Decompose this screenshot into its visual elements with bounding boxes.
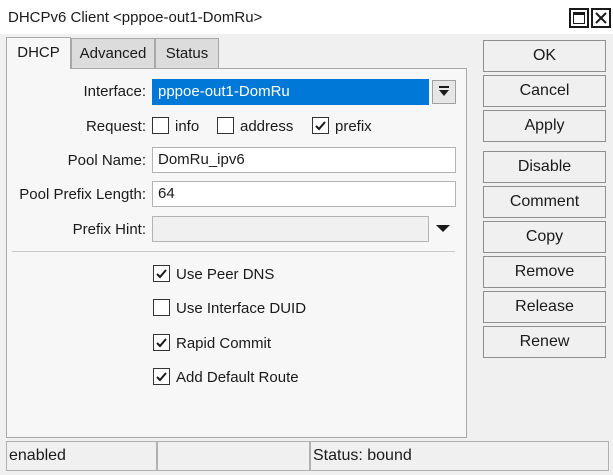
request-address-checkbox[interactable] xyxy=(217,117,234,134)
maximize-icon[interactable] xyxy=(569,8,589,28)
interface-label: Interface: xyxy=(83,83,146,100)
use-peer-dns-label: Use Peer DNS xyxy=(176,266,275,283)
request-address-label: address xyxy=(240,118,294,135)
ok-button[interactable]: OK xyxy=(483,40,606,72)
comment-button[interactable]: Comment xyxy=(483,186,606,218)
separator xyxy=(12,251,455,252)
cancel-button[interactable]: Cancel xyxy=(483,75,606,107)
pool-prefix-length-label: Pool Prefix Length: xyxy=(19,186,146,203)
request-prefix-label: prefix xyxy=(335,118,372,135)
dropdown-icon xyxy=(439,86,449,96)
request-info-label: info xyxy=(175,118,200,135)
checkmark-icon xyxy=(156,269,167,279)
tab-dhcp[interactable]: DHCP xyxy=(6,37,71,69)
rapid-commit-label: Rapid Commit xyxy=(176,335,272,352)
pool-name-label: Pool Name: xyxy=(67,152,146,169)
prefix-hint-label: Prefix Hint: xyxy=(72,221,146,238)
add-default-route-checkbox[interactable] xyxy=(153,368,170,385)
use-interface-duid-label: Use Interface DUID xyxy=(176,300,307,317)
interface-dropdown-button[interactable] xyxy=(432,80,456,104)
checkmark-icon xyxy=(156,372,167,382)
request-prefix-checkbox[interactable] xyxy=(312,117,329,134)
remove-button[interactable]: Remove xyxy=(483,256,606,288)
request-info-checkbox[interactable] xyxy=(152,117,169,134)
renew-button[interactable]: Renew xyxy=(483,326,606,358)
use-peer-dns-checkbox[interactable] xyxy=(153,265,170,282)
interface-select[interactable]: pppoe-out1-DomRu xyxy=(152,79,429,105)
add-default-route-label: Add Default Route xyxy=(176,369,299,386)
checkmark-icon xyxy=(315,121,326,131)
checkmark-icon xyxy=(156,338,167,348)
rapid-commit-checkbox[interactable] xyxy=(153,334,170,351)
use-interface-duid-checkbox[interactable] xyxy=(153,299,170,316)
window-title: DHCPv6 Client <pppoe-out1-DomRu> xyxy=(8,9,263,26)
tab-status[interactable]: Status xyxy=(155,38,219,68)
release-button[interactable]: Release xyxy=(483,291,606,323)
status-middle xyxy=(157,441,310,471)
tab-advanced[interactable]: Advanced xyxy=(71,38,155,68)
copy-button[interactable]: Copy xyxy=(483,221,606,253)
disable-button[interactable]: Disable xyxy=(483,151,606,183)
title-bar[interactable]: DHCPv6 Client <pppoe-out1-DomRu> xyxy=(0,0,613,34)
pool-name-input[interactable]: DomRu_ipv6 xyxy=(152,147,456,173)
status-enabled: enabled xyxy=(6,441,157,471)
close-icon[interactable] xyxy=(591,8,611,28)
prefix-hint-input[interactable] xyxy=(152,216,429,242)
prefix-hint-dropdown-icon[interactable] xyxy=(434,221,452,235)
request-label: Request: xyxy=(85,118,146,135)
pool-prefix-length-input[interactable]: 64 xyxy=(152,181,456,207)
status-bound: Status: bound xyxy=(310,441,609,471)
apply-button[interactable]: Apply xyxy=(483,110,606,142)
